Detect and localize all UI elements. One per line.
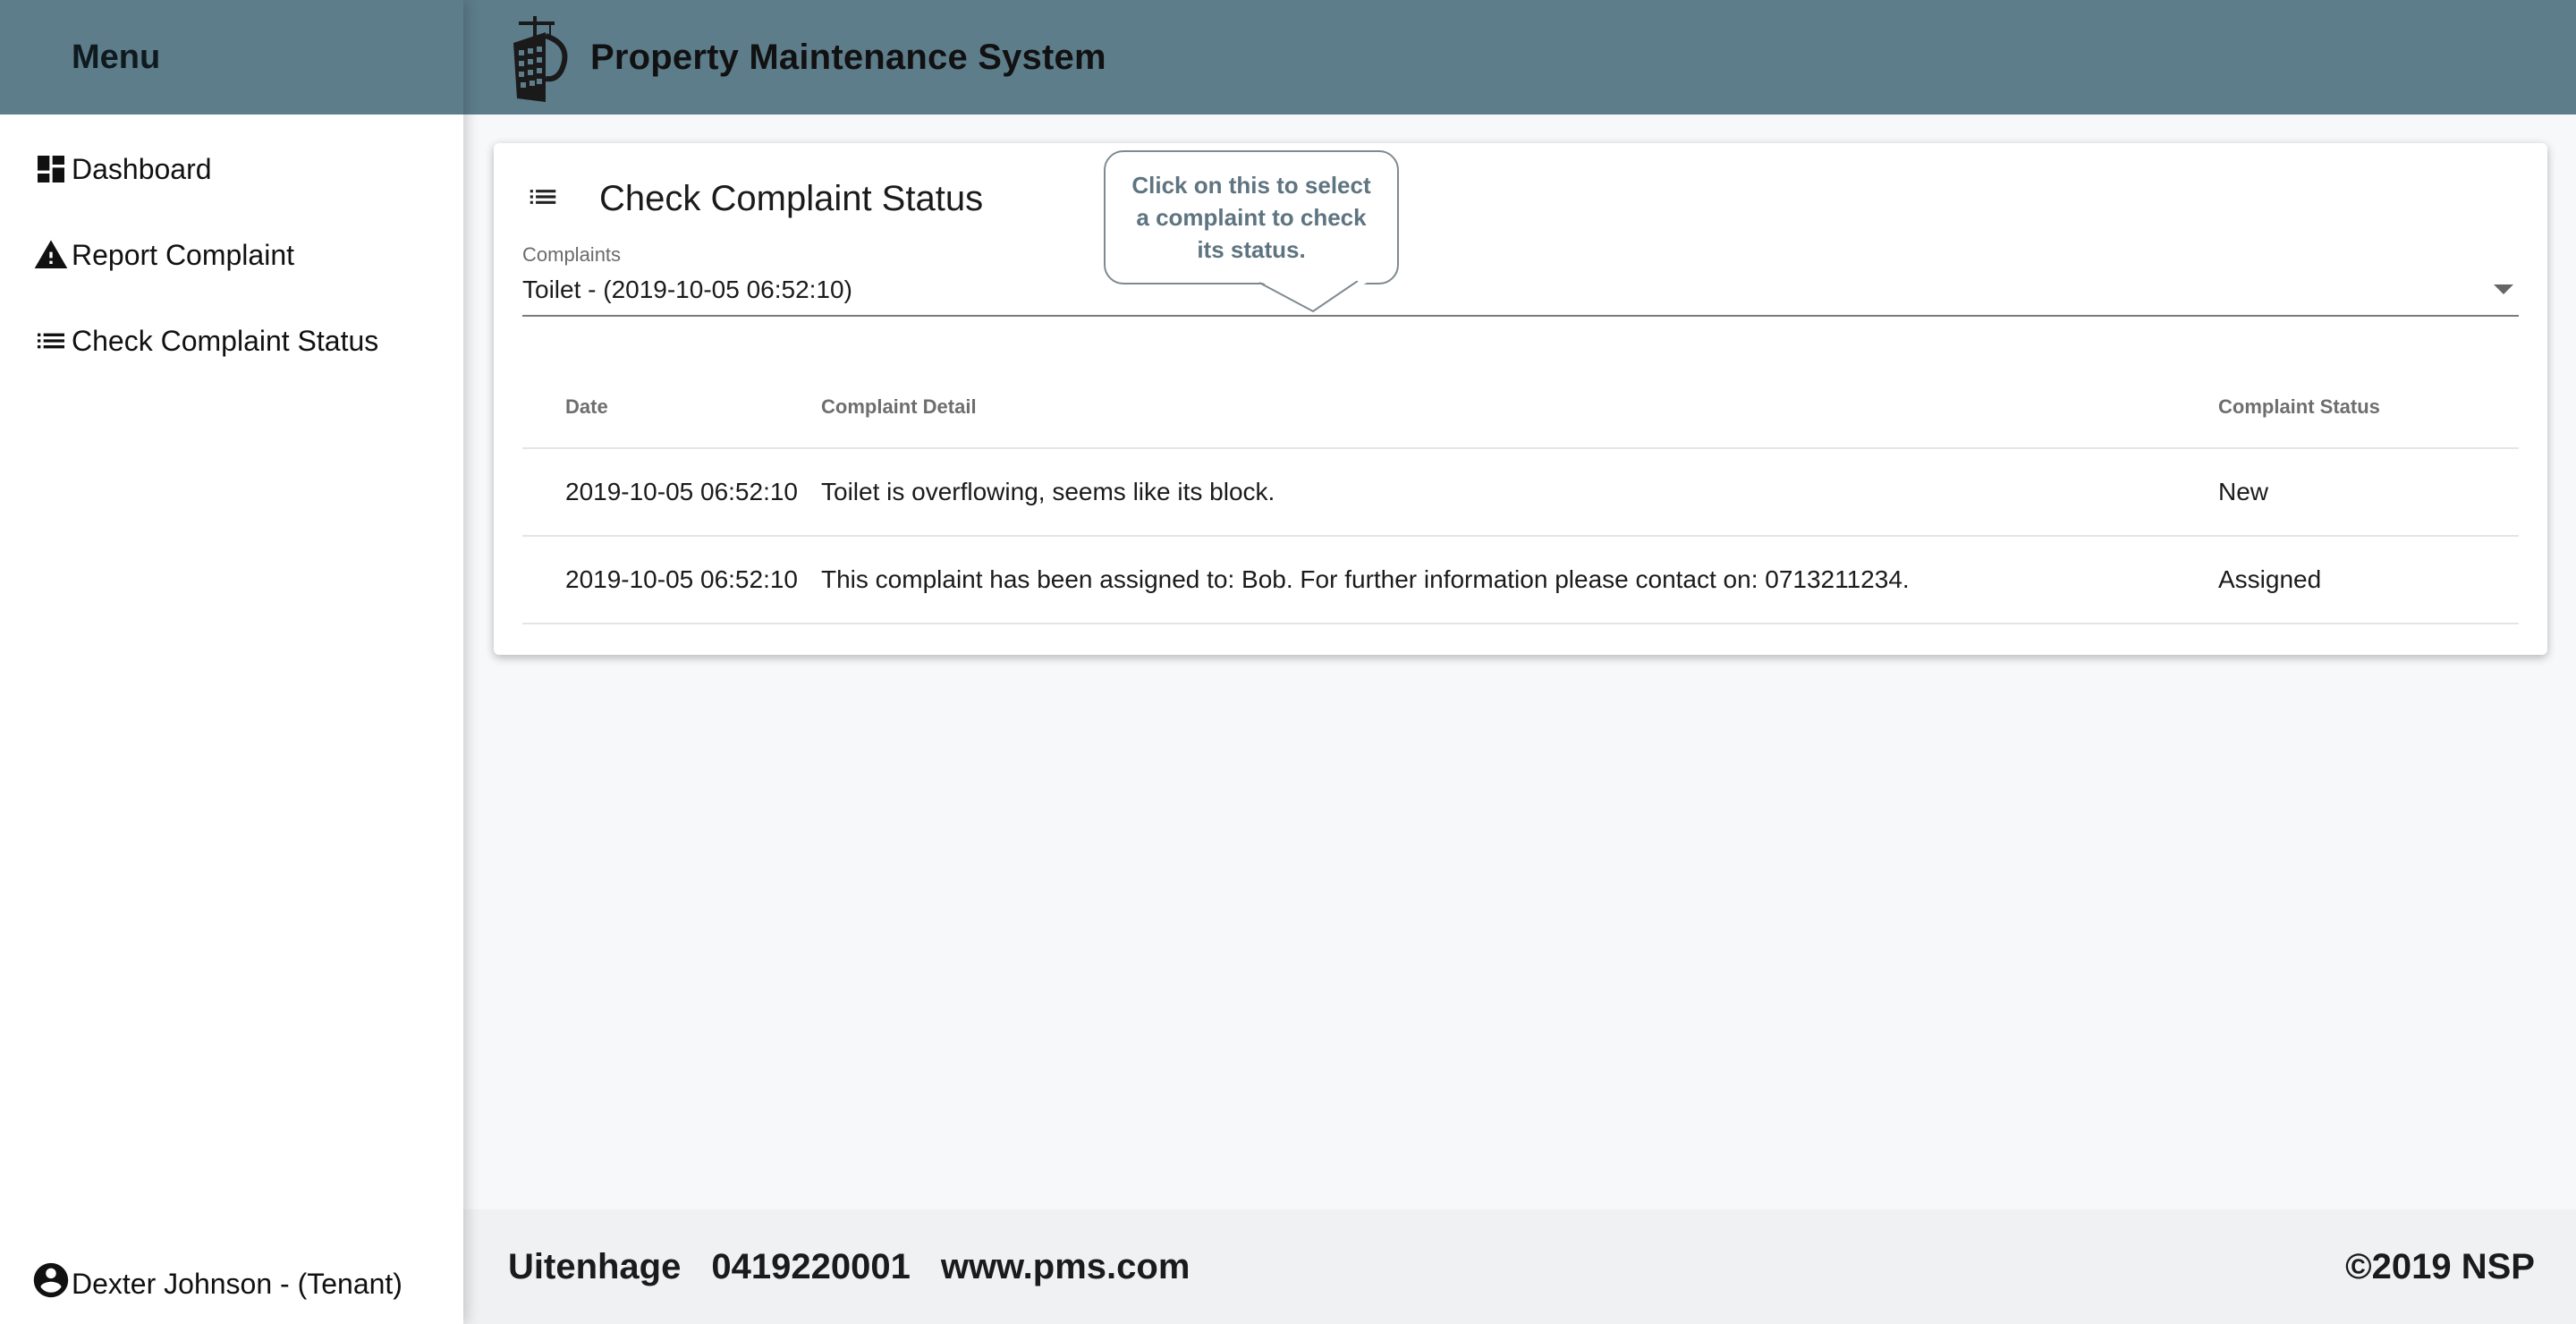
sidebar-item-label: Check Complaint Status: [72, 324, 379, 357]
menu-title: Menu: [72, 38, 161, 76]
select-label: Complaints: [522, 243, 622, 266]
column-header-date[interactable]: Date: [565, 367, 608, 447]
warning-icon: [30, 234, 72, 276]
cell-status: New: [2218, 478, 2269, 505]
sidebar-item-label: Report Complaint: [72, 238, 294, 271]
cell-status: Assigned: [2218, 565, 2322, 593]
cell-detail: This complaint has been assigned to: Bob…: [821, 565, 1910, 593]
sidebar: Menu Dashboard Report Complaint Check Co…: [0, 0, 463, 1324]
complaint-status-card: Check Complaint Status Complaints Toilet…: [494, 143, 2547, 655]
list-icon: [526, 180, 599, 218]
footer-copyright: ©2019 NSP: [2345, 1246, 2535, 1286]
table-header-row: Date Complaint Detail Complaint Status: [522, 367, 2519, 449]
dashboard-icon: [30, 149, 72, 190]
footer-city: Uitenhage: [508, 1246, 682, 1286]
sidebar-header: Menu: [0, 0, 463, 115]
complaints-select[interactable]: Complaints Toilet - (2019-10-05 06:52:10…: [522, 243, 2519, 317]
cell-date: 2019-10-05 06:52:10: [565, 565, 798, 593]
cell-detail: Toilet is overflowing, seems like its bl…: [821, 478, 1275, 505]
select-value: Toilet - (2019-10-05 06:52:10): [522, 276, 852, 303]
sidebar-item-dashboard[interactable]: Dashboard: [30, 149, 212, 190]
chevron-down-icon[interactable]: [2494, 284, 2513, 294]
app-title: Property Maintenance System: [590, 37, 1106, 77]
top-bar: Property Maintenance System: [463, 0, 2576, 115]
account-circle-icon: [30, 1260, 72, 1308]
table-row: 2019-10-05 06:52:10 This complaint has b…: [522, 537, 2519, 624]
footer-website[interactable]: www.pms.com: [941, 1247, 1191, 1287]
card-header: Check Complaint Status: [526, 179, 983, 219]
user-account[interactable]: Dexter Johnson - (Tenant): [30, 1260, 402, 1308]
page-title: Check Complaint Status: [599, 179, 984, 218]
tooltip-tail: [1259, 281, 1370, 313]
footer: Uitenhage 0419220001 www.pms.com ©2019 N…: [463, 1209, 2576, 1324]
cell-date: 2019-10-05 06:52:10: [565, 478, 798, 505]
sidebar-item-label: Dashboard: [72, 152, 212, 185]
sidebar-item-report-complaint[interactable]: Report Complaint: [30, 234, 294, 276]
table-row: 2019-10-05 06:52:10 Toilet is overflowin…: [522, 449, 2519, 537]
list-icon: [30, 320, 72, 361]
column-header-detail[interactable]: Complaint Detail: [821, 367, 977, 447]
complaint-table: Date Complaint Detail Complaint Status 2…: [522, 367, 2519, 624]
user-label: Dexter Johnson - (Tenant): [72, 1267, 402, 1300]
building-crane-logo: [510, 13, 574, 102]
sidebar-item-check-complaint-status[interactable]: Check Complaint Status: [30, 320, 378, 361]
help-tooltip: Click on this to select a complaint to c…: [1104, 150, 1399, 284]
column-header-status[interactable]: Complaint Status: [2218, 367, 2380, 447]
footer-phone: 0419220001: [711, 1246, 911, 1286]
